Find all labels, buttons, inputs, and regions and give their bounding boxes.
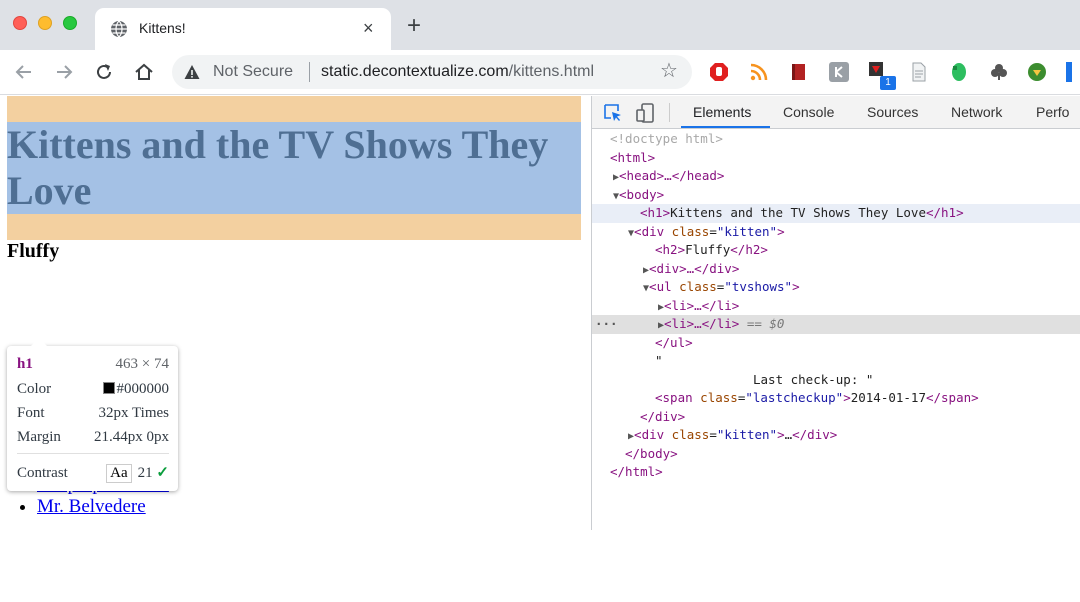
color-swatch	[102, 381, 115, 394]
tab-performance[interactable]: Perfo	[1036, 104, 1069, 120]
active-tab-indicator	[681, 126, 770, 128]
tooltip-color-label: Color	[17, 380, 52, 397]
new-tab-button[interactable]: +	[407, 14, 421, 38]
devtools-tab-bar: Elements Console Sources Network Perfo	[592, 96, 1080, 129]
dom-node-h2[interactable]: <h2>Fluffy</h2>	[592, 241, 1080, 260]
tab-elements[interactable]: Elements	[693, 104, 751, 120]
tab-sources[interactable]: Sources	[867, 104, 918, 120]
dom-node-doctype[interactable]: <!doctype html>	[592, 130, 1080, 149]
inspect-icon[interactable]	[603, 103, 623, 123]
green-download-extension-icon[interactable]	[1027, 62, 1047, 82]
forward-icon[interactable]	[53, 61, 75, 83]
tooltip-margin-label: Margin	[17, 428, 61, 445]
home-icon[interactable]	[133, 61, 155, 83]
dom-node-li-selected[interactable]: ··· ▶<li>…</li> == $0	[592, 315, 1080, 334]
devtools-panel: Elements Console Sources Network Perfo <…	[591, 96, 1080, 530]
security-label[interactable]: Not Secure	[213, 63, 293, 81]
window-zoom-button[interactable]	[63, 16, 77, 30]
device-toggle-icon[interactable]	[636, 103, 656, 123]
profile-edge[interactable]	[1066, 62, 1072, 82]
tooltip-margin-value: 21.44px 0px	[94, 428, 169, 445]
browser-tab-kittens[interactable]: Kittens! ×	[95, 8, 391, 50]
dom-node-body[interactable]: ▼<body>	[592, 186, 1080, 205]
list-item: Mr. Belvedere	[37, 496, 169, 518]
dom-node-html[interactable]: <html>	[592, 149, 1080, 168]
contrast-ratio: 21	[137, 465, 153, 481]
tv-show-link[interactable]: Mr. Belvedere	[37, 496, 146, 517]
tooltip-font-label: Font	[17, 404, 45, 421]
dom-text-node-checkup[interactable]: Last check-up: "	[592, 371, 1080, 390]
dom-node-div-close[interactable]: </div>	[592, 408, 1080, 427]
url-text[interactable]: static.decontextualize.com/kittens.html	[321, 63, 594, 81]
page-heading: Kittens and the TV Shows They Love	[7, 122, 549, 213]
window-close-button[interactable]	[13, 16, 27, 30]
close-icon[interactable]: ×	[363, 18, 374, 38]
warning-icon[interactable]	[184, 64, 200, 80]
tab-title: Kittens!	[139, 20, 186, 36]
dom-node-span[interactable]: <span class="lastcheckup">2014-01-17</sp…	[592, 389, 1080, 408]
page-viewport: Kittens and the TV Shows They Love Fluff…	[0, 96, 591, 602]
document-extension-icon[interactable]	[909, 62, 929, 82]
rss-extension-icon[interactable]	[749, 62, 769, 82]
dom-node-div-kitten-2[interactable]: ▶<div class="kitten">…</div>	[592, 426, 1080, 445]
url-path: /kittens.html	[508, 63, 595, 80]
back-icon[interactable]	[13, 61, 35, 83]
tab-console[interactable]: Console	[783, 104, 834, 120]
browser-tab-strip: Kittens! × +	[0, 0, 1080, 50]
window-minimize-button[interactable]	[38, 16, 52, 30]
adblock-extension-icon[interactable]	[709, 62, 729, 82]
inspect-tooltip: h1 463 × 74 Color #000000 Font 32px Time…	[7, 338, 178, 491]
dom-node-li[interactable]: ▶<li>…</li>	[592, 297, 1080, 316]
dom-node-head[interactable]: ▶<head>…</head>	[592, 167, 1080, 186]
dom-node-h1[interactable]: <h1>Kittens and the TV Shows They Love</…	[592, 204, 1080, 223]
contrast-sample: Aa	[106, 464, 132, 483]
toolbar-separator	[669, 103, 670, 122]
tooltip-dimensions: 463 × 74	[115, 355, 169, 372]
dom-node-div-kitten[interactable]: ▼<div class="kitten">	[592, 223, 1080, 242]
check-icon: ✓	[156, 465, 169, 481]
dom-node-body-close[interactable]: </body>	[592, 445, 1080, 464]
grey-k-extension-icon[interactable]	[829, 62, 849, 82]
globe-icon	[111, 20, 127, 38]
url-separator	[309, 62, 310, 82]
tooltip-contrast-label: Contrast	[17, 464, 68, 481]
address-bar[interactable]: Not Secure static.decontextualize.com/ki…	[172, 55, 692, 89]
dom-node-ul-close[interactable]: </ul>	[592, 334, 1080, 353]
tooltip-tag: h1	[17, 355, 33, 372]
url-host: static.decontextualize.com	[321, 63, 509, 80]
tooltip-divider	[17, 453, 169, 454]
more-options-icon[interactable]: ···	[595, 315, 618, 334]
browser-toolbar: Not Secure static.decontextualize.com/ki…	[0, 50, 1080, 95]
tab-network[interactable]: Network	[951, 104, 1002, 120]
star-icon[interactable]: ☆	[660, 61, 678, 81]
tooltip-arrow	[31, 338, 47, 346]
dom-node-div[interactable]: ▶<div>…</div>	[592, 260, 1080, 279]
tooltip-color-value: #000000	[116, 380, 170, 397]
dom-node-html-close[interactable]: </html>	[592, 463, 1080, 482]
extension-badge: 1	[880, 76, 896, 90]
reload-icon[interactable]	[93, 61, 115, 83]
dom-node-ul[interactable]: ▼<ul class="tvshows">	[592, 278, 1080, 297]
evernote-extension-icon[interactable]	[949, 62, 969, 82]
kitten-name-heading: Fluffy	[7, 240, 60, 262]
book-extension-icon[interactable]	[789, 62, 809, 82]
tooltip-font-value: 32px Times	[98, 404, 169, 421]
club-extension-icon[interactable]	[989, 62, 1009, 82]
dom-text-node-quote[interactable]: "	[592, 352, 1080, 371]
